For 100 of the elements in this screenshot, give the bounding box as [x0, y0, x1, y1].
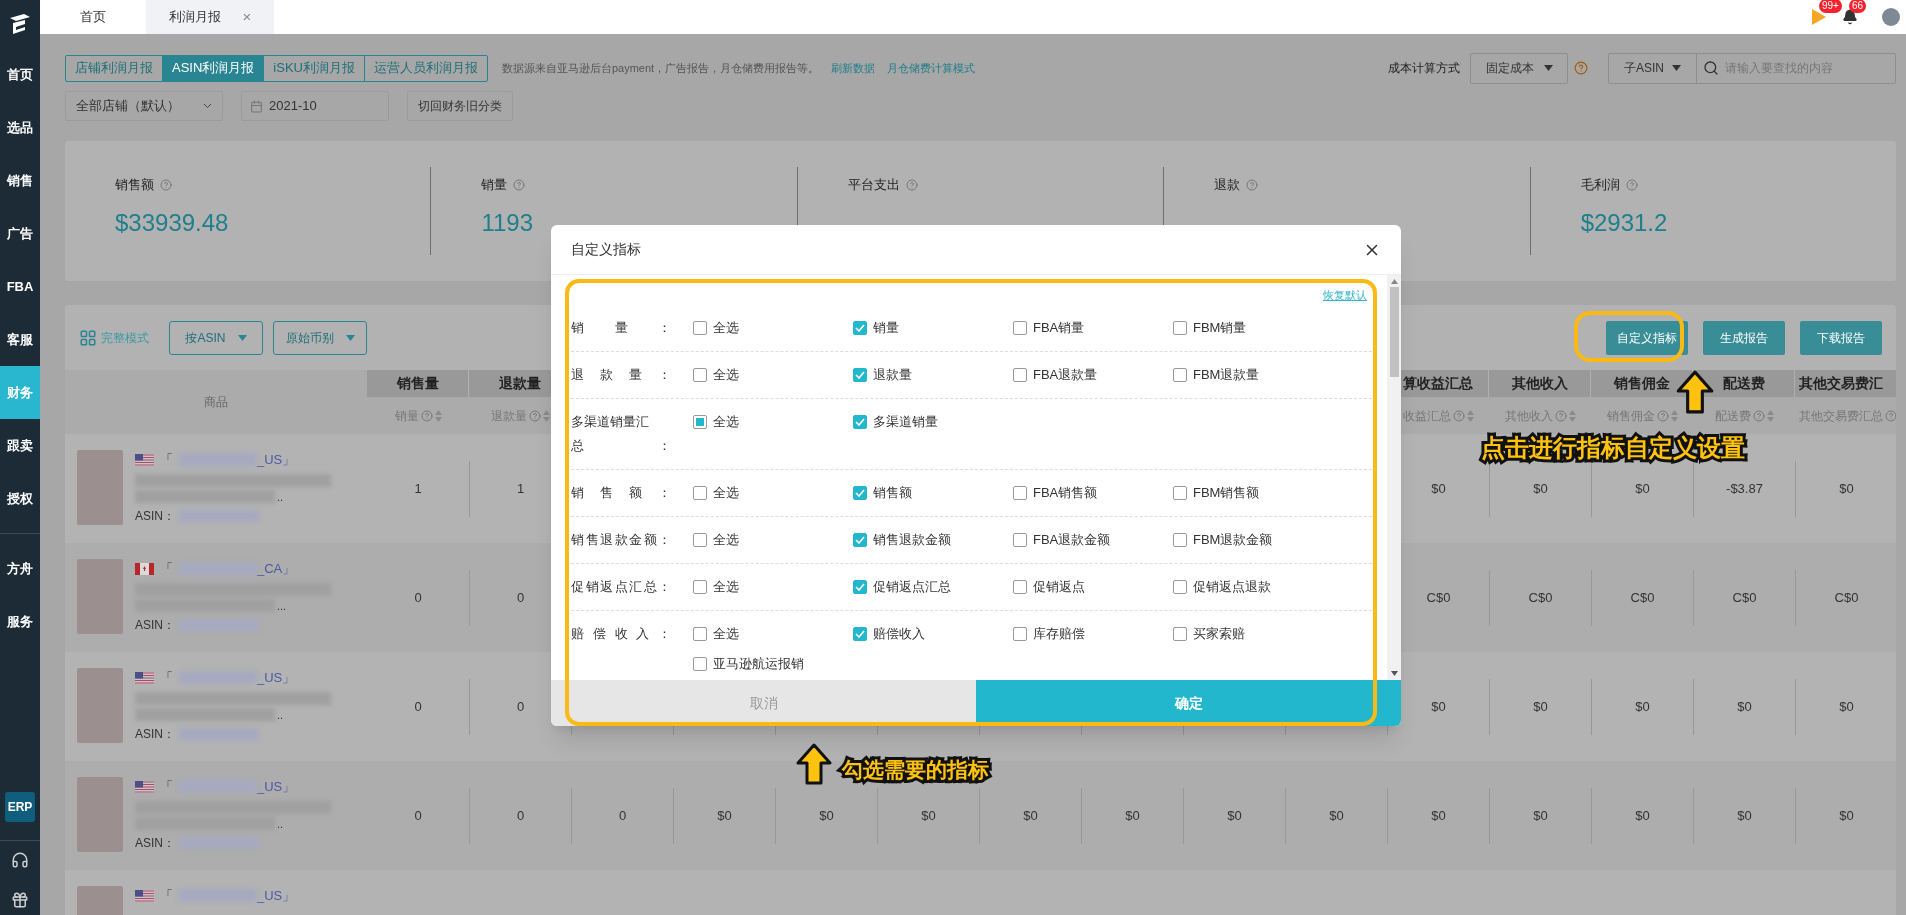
checkbox-label[interactable]: 销售额: [873, 483, 912, 503]
checkbox-label[interactable]: 全选: [713, 624, 739, 644]
checkbox[interactable]: [693, 321, 707, 335]
metric-group-label: 销售额：: [571, 484, 671, 502]
checkbox-label[interactable]: 退款量: [873, 365, 912, 385]
sidebar-item[interactable]: 服务: [0, 595, 40, 648]
table-cell-text: 0: [618, 806, 627, 825]
sidebar-item[interactable]: 首页: [0, 48, 40, 101]
bell-icon[interactable]: [1842, 9, 1858, 25]
checkbox-label[interactable]: 全选: [713, 483, 739, 503]
sidebar-item[interactable]: 选品: [0, 101, 40, 154]
flag-icon[interactable]: [1812, 9, 1826, 25]
scroll-up-icon[interactable]: [1390, 279, 1398, 284]
checkbox[interactable]: [1173, 580, 1187, 594]
checkbox-label[interactable]: 全选: [713, 412, 739, 432]
checkbox[interactable]: [693, 627, 707, 641]
legacy-category-button[interactable]: 切回财务旧分类: [407, 91, 513, 121]
page-tab[interactable]: 利润月报 ×: [146, 0, 274, 34]
checkbox-label[interactable]: 买家索赔: [1193, 624, 1245, 644]
checkbox-label[interactable]: FBM销量: [1193, 318, 1247, 338]
checkbox-label[interactable]: 销售退款金额: [873, 530, 951, 550]
checkbox[interactable]: [693, 368, 707, 382]
sort-icon[interactable]: [1568, 409, 1576, 422]
checkbox[interactable]: [1013, 486, 1027, 500]
erp-badge[interactable]: ERP: [5, 792, 35, 822]
cost-method-select[interactable]: 固定成本: [1470, 52, 1568, 84]
toolbar-button[interactable]: 自定义指标: [1606, 320, 1688, 355]
metric-group-label: 促销返点汇总：: [571, 578, 671, 596]
scrollbar[interactable]: [1387, 275, 1401, 680]
checkbox[interactable]: [693, 533, 707, 547]
sidebar-item[interactable]: 客服: [0, 313, 40, 366]
store-select[interactable]: 全部店铺（默认）: [65, 91, 223, 121]
scrollbar-thumb[interactable]: [1389, 287, 1399, 377]
checkbox[interactable]: [1173, 627, 1187, 641]
scroll-down-icon[interactable]: [1390, 671, 1398, 676]
checkbox-label[interactable]: 全选: [713, 318, 739, 338]
checkbox[interactable]: [853, 486, 867, 500]
table-cell-text: $0: [1839, 697, 1854, 716]
help-icon: [1574, 61, 1588, 75]
checkbox-label[interactable]: 库存赔偿: [1033, 624, 1085, 644]
toolbar-button[interactable]: 下载报告: [1800, 320, 1882, 355]
logo-icon[interactable]: [8, 12, 32, 36]
checkbox[interactable]: [853, 533, 867, 547]
annotation-caption: 点击进行指标自定义设置: [1481, 433, 1745, 463]
sidebar-item[interactable]: 广告: [0, 207, 40, 260]
checkbox[interactable]: [1173, 368, 1187, 382]
checkbox[interactable]: [1173, 533, 1187, 547]
checkbox[interactable]: [1013, 533, 1027, 547]
checkbox[interactable]: [1013, 368, 1027, 382]
checkbox-label[interactable]: 赔偿收入: [873, 624, 925, 644]
grid-icon[interactable]: [79, 328, 97, 347]
checkbox-label[interactable]: 亚马逊航运报销: [713, 654, 804, 674]
checkbox-label[interactable]: FBM退款量: [1193, 365, 1260, 385]
checkbox-label[interactable]: FBA销售额: [1033, 483, 1098, 503]
checkbox[interactable]: [1173, 321, 1187, 335]
checkbox[interactable]: [853, 580, 867, 594]
checkbox-label[interactable]: 全选: [713, 577, 739, 597]
report-tab[interactable]: ASIN利润月报: [162, 55, 264, 81]
table-cell-text: -$3.87: [1726, 479, 1763, 498]
data-source-note: 数据源来自亚马逊后台payment，广告报告，月仓储费用报告等。: [501, 60, 820, 76]
checkbox-label[interactable]: FBM退款金额: [1193, 530, 1273, 550]
checkbox-label[interactable]: FBA退款金额: [1033, 530, 1111, 550]
gift-icon[interactable]: [11, 891, 29, 909]
checkbox-label[interactable]: FBM销售额: [1193, 483, 1260, 503]
checkbox[interactable]: [853, 627, 867, 641]
month-field[interactable]: 2021-10: [241, 91, 389, 121]
checkbox[interactable]: [853, 415, 867, 429]
sidebar-item[interactable]: 授权: [0, 472, 40, 525]
checkbox[interactable]: [1013, 627, 1027, 641]
checkbox[interactable]: [1013, 580, 1027, 594]
sidebar-item[interactable]: 跟卖: [0, 419, 40, 472]
sort-icon[interactable]: [1766, 409, 1774, 422]
arrow-icon: [796, 743, 832, 785]
checkbox-label[interactable]: 促销返点退款: [1193, 577, 1271, 597]
headset-icon[interactable]: [11, 851, 29, 869]
sort-icon[interactable]: [1466, 409, 1474, 422]
checkbox[interactable]: [693, 580, 707, 594]
search-scope-select[interactable]: 子ASIN: [1609, 53, 1697, 83]
avatar[interactable]: [1882, 8, 1900, 26]
toolbar-button[interactable]: 生成报告: [1703, 320, 1785, 355]
checkbox-label[interactable]: 全选: [713, 530, 739, 550]
checkbox[interactable]: [1173, 486, 1187, 500]
checkbox[interactable]: [693, 415, 707, 429]
checkbox-label[interactable]: 销量: [873, 318, 899, 338]
checkbox-label[interactable]: FBA销量: [1033, 318, 1085, 338]
checkbox[interactable]: [1013, 321, 1027, 335]
checkbox[interactable]: [853, 368, 867, 382]
sidebar-item[interactable]: 方舟: [0, 542, 40, 595]
checkbox[interactable]: [693, 486, 707, 500]
checkbox[interactable]: [853, 321, 867, 335]
checkbox-label[interactable]: 多渠道销量: [873, 412, 938, 432]
sort-icon[interactable]: [434, 409, 442, 422]
checkbox-label[interactable]: 全选: [713, 365, 739, 385]
checkbox-label[interactable]: 促销返点汇总: [873, 577, 951, 597]
sidebar-item[interactable]: 销售: [0, 154, 40, 207]
sort-icon[interactable]: [1670, 409, 1678, 422]
checkbox-label[interactable]: 促销返点: [1033, 577, 1085, 597]
checkbox-label[interactable]: FBA退款量: [1033, 365, 1098, 385]
checkbox[interactable]: [693, 657, 707, 671]
sidebar-item[interactable]: FBA: [0, 260, 40, 313]
